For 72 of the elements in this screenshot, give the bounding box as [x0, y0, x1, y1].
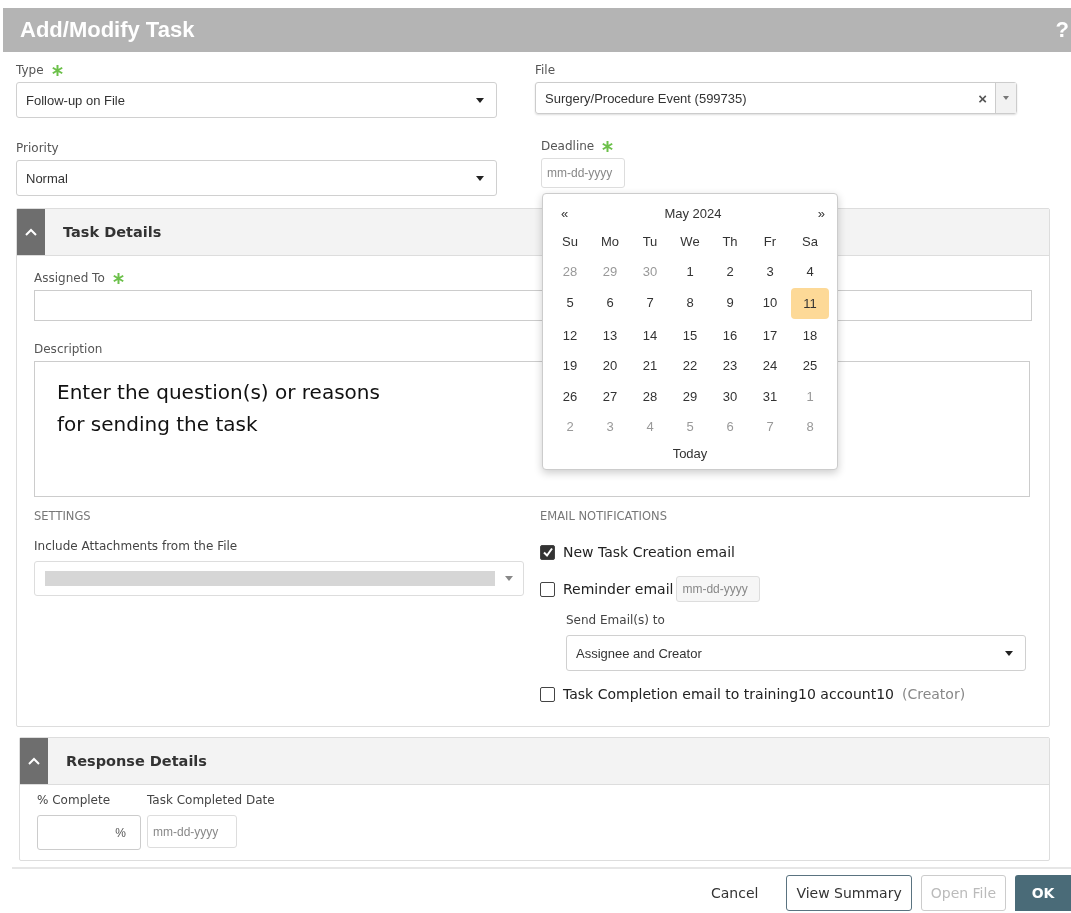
field-label: Type [16, 63, 44, 77]
file-select[interactable]: Surgery/Procedure Event (599735) × [535, 82, 1017, 114]
calendar-day[interactable]: 10 [750, 287, 790, 318]
calendar-day[interactable]: 11 [791, 288, 829, 319]
calendar-day[interactable]: 2 [710, 256, 750, 288]
priority-select[interactable]: Normal [16, 160, 497, 196]
calendar-day[interactable]: 28 [630, 380, 670, 412]
calendar-day[interactable]: 12 [550, 319, 590, 351]
calendar-day[interactable]: 27 [590, 380, 630, 412]
calendar-day[interactable]: 18 [790, 319, 830, 351]
calendar-day[interactable]: 29 [670, 380, 710, 412]
checkbox-label: New Task Creation email [563, 544, 735, 560]
recipients-select[interactable]: Assignee and Creator [566, 635, 1026, 671]
calendar-day[interactable]: 8 [670, 287, 710, 318]
reminder-date-field[interactable]: mm-dd-yyyy [676, 576, 761, 602]
checkbox-label: Task Completion email to training10 account10 [563, 686, 894, 702]
section-heading: EMAIL NOTIFICATIONS [540, 509, 668, 523]
clear-button[interactable]: × [970, 89, 995, 107]
checkbox[interactable] [540, 686, 555, 702]
dialog-button[interactable]: OK [1015, 875, 1071, 911]
chevron-icon [25, 228, 37, 236]
field-label: File [535, 63, 556, 77]
today-button[interactable]: Today [672, 446, 708, 462]
section-heading: SETTINGS [34, 509, 92, 523]
window-title: Add/Modify Task [20, 17, 195, 43]
calendar-day[interactable]: 31 [750, 380, 790, 412]
role-note: (Creator) [901, 686, 966, 702]
calendar-day[interactable]: 9 [710, 287, 750, 318]
panel-title: Response Details [66, 753, 207, 769]
weekday-label: Sa [801, 232, 819, 251]
dialog-button[interactable]: View Summary [786, 875, 912, 911]
calendar-day[interactable]: 6 [590, 287, 630, 318]
weekday-label: We [679, 232, 701, 251]
collapse-button[interactable] [20, 738, 48, 784]
calendar-day[interactable]: 3 [750, 256, 790, 288]
deadline-field[interactable]: mm-dd-yyyy [541, 158, 625, 188]
month-title[interactable]: May 2024 [664, 205, 722, 221]
field-label: Priority [16, 141, 59, 155]
checkbox[interactable] [540, 581, 555, 597]
chevron-icon [28, 757, 40, 765]
calendar-day[interactable]: 26 [550, 380, 590, 412]
field-label: Include Attachments from the File [34, 539, 239, 553]
weekday-label: Mo [599, 232, 621, 251]
calendar-day[interactable]: 15 [670, 319, 710, 351]
panel-title: Task Details [63, 224, 162, 240]
weekday-label: Su [561, 232, 579, 251]
previous-month-button[interactable]: « [561, 205, 569, 221]
weekday-label: Tu [641, 232, 659, 251]
calendar-day[interactable]: 14 [630, 319, 670, 351]
calendar-day[interactable]: 1 [670, 256, 710, 288]
field-label: Deadline [541, 139, 595, 153]
field-label: % Complete [37, 793, 112, 807]
percent-field[interactable]: % [37, 815, 141, 850]
checkbox[interactable] [540, 544, 555, 560]
field-label: Description [34, 342, 103, 356]
field-label: Task Completed Date [147, 793, 275, 807]
checkbox-label: Reminder email [563, 581, 674, 597]
calendar-day[interactable]: 30 [710, 380, 750, 412]
calendar-day[interactable]: 16 [710, 319, 750, 351]
weekday-label: Th [721, 232, 739, 251]
weekday-label: Fr [762, 232, 778, 251]
calendar-day[interactable]: 7 [630, 287, 670, 318]
next-month-button[interactable]: » [817, 205, 825, 221]
calendar-day[interactable]: 17 [750, 319, 790, 351]
completed-date-field[interactable]: mm-dd-yyyy [147, 815, 237, 848]
type-select[interactable]: Follow-up on File [16, 82, 497, 118]
calendar-day[interactable]: 5 [550, 287, 590, 318]
calendar-day[interactable]: 4 [790, 256, 830, 288]
collapse-button[interactable] [17, 209, 45, 255]
calendar-day[interactable]: 13 [590, 319, 630, 351]
field-label: Assigned To [34, 271, 105, 285]
field-label: Send Email(s) to [566, 613, 666, 627]
